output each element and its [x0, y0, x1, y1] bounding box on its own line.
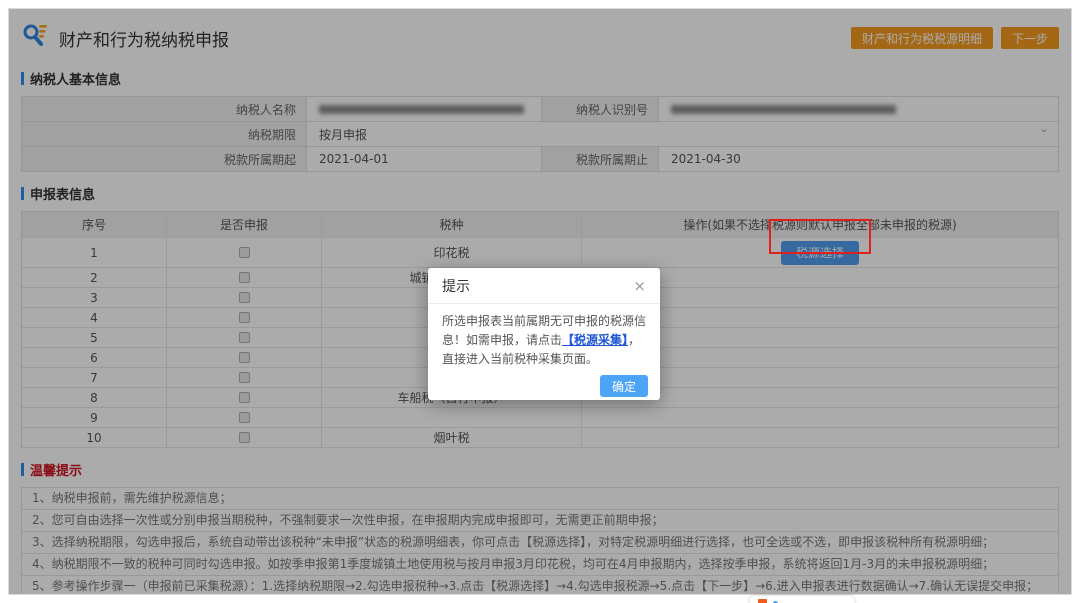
bottom-floating-toolbar[interactable]	[750, 596, 854, 603]
close-icon[interactable]: ×	[633, 279, 646, 294]
dialog-header: 提示 ×	[428, 268, 660, 304]
dialog-title: 提示	[442, 276, 470, 296]
orange-logo-icon	[758, 599, 767, 603]
tax-source-collect-link[interactable]: 【税源采集】	[562, 333, 628, 347]
confirm-button[interactable]: 确定	[600, 375, 648, 397]
tax-declaration-page: 财产和行为税纳税申报 财产和行为税税源明细 下一步 纳税人基本信息 纳税人名称 …	[8, 8, 1072, 595]
dialog-body: 所选申报表当前属期无可申报的税源信息！如需申报，请点击【税源采集】，直接进入当前…	[428, 304, 660, 371]
screen: 财产和行为税纳税申报 财产和行为税税源明细 下一步 纳税人基本信息 纳税人名称 …	[0, 0, 1080, 603]
dialog-footer: 确定	[428, 371, 660, 407]
annotation-highlight-rect	[769, 219, 871, 254]
tip-dialog: 提示 × 所选申报表当前属期无可申报的税源信息！如需申报，请点击【税源采集】，直…	[428, 268, 660, 400]
